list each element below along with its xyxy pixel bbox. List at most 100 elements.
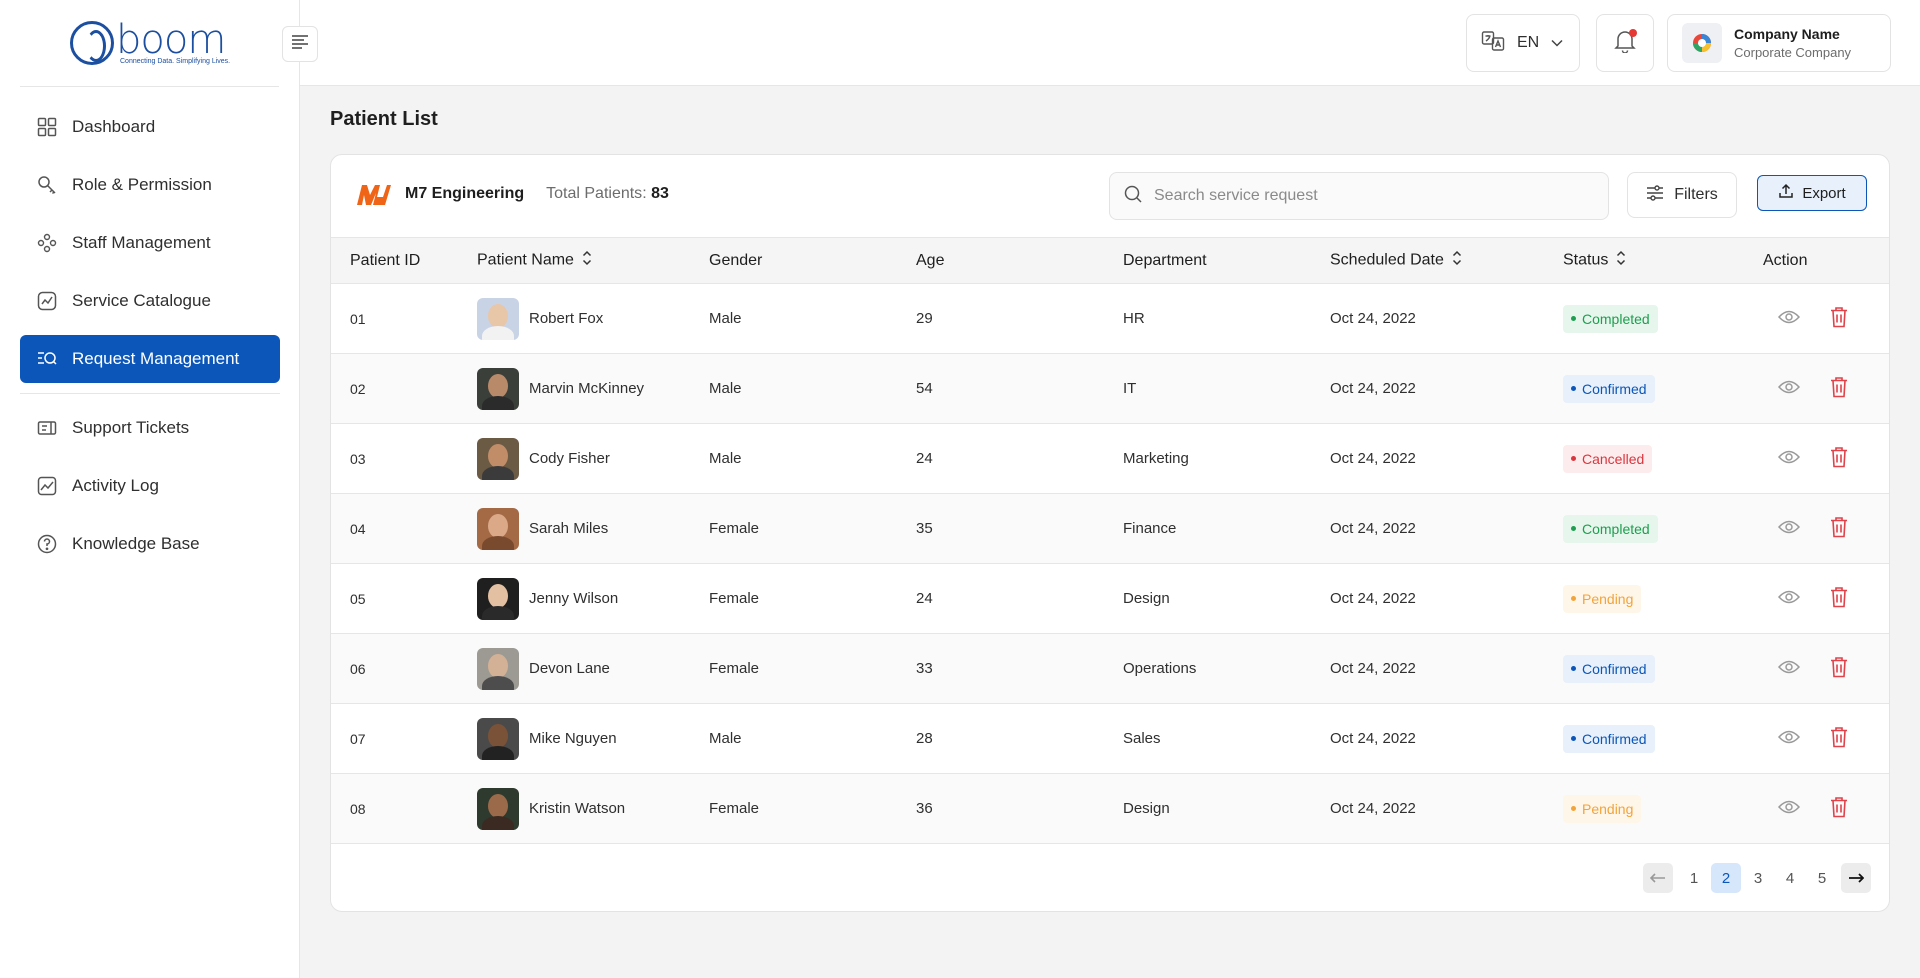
help-icon (36, 533, 58, 555)
cell-patient-name: Devon Lane (458, 634, 690, 704)
table-row[interactable]: 02 Marvin McKinney Male 54 IT Oct 24, 2022 Con… (331, 353, 1889, 424)
sidebar-item-staff-management[interactable]: Staff Management (20, 219, 280, 267)
company-name: Company Name (1734, 26, 1840, 42)
cell-age: 29 (916, 310, 933, 327)
previous-page-button[interactable] (1643, 863, 1673, 893)
column-header-name[interactable]: Patient Name (458, 238, 690, 284)
page-button-5[interactable]: 5 (1807, 863, 1837, 893)
brand-logo[interactable]: boom Connecting Data. Simplifying Lives. (70, 18, 230, 68)
language-selector[interactable]: EN (1466, 14, 1580, 72)
brand-name: boom (116, 16, 226, 63)
page-button-3[interactable]: 3 (1743, 863, 1773, 893)
sort-icon[interactable] (1616, 250, 1626, 271)
cell-patient-id: 01 (350, 310, 366, 327)
view-button[interactable] (1776, 726, 1802, 752)
delete-button[interactable] (1826, 726, 1852, 752)
notification-dot (1629, 29, 1637, 37)
table-row[interactable]: 08 Kristin Watson Female 36 Design Oct 24, 20… (331, 773, 1889, 844)
sort-icon[interactable] (1452, 250, 1462, 271)
table-row[interactable]: 01 Robert Fox Male 29 HR Oct 24, 2022 Complete… (331, 284, 1889, 354)
patient-name: Cody Fisher (529, 450, 610, 467)
total-patients-label: Total Patients (546, 185, 643, 202)
sidebar-item-service-catalogue[interactable]: Service Catalogue (20, 277, 280, 325)
card-header: M7 Engineering Total Patients: 83 Filter… (331, 155, 1889, 237)
cell-patient-name: Kristin Watson (458, 774, 690, 844)
cell-department: Design (1123, 800, 1170, 817)
catalogue-icon (36, 290, 58, 312)
patient-name: Marvin McKinney (529, 380, 645, 397)
table-body: 01 Robert Fox Male 29 HR Oct 24, 2022 Complete… (331, 284, 1889, 844)
delete-button[interactable] (1826, 306, 1852, 332)
cell-scheduled-date: Oct 24, 2022 (1330, 310, 1416, 327)
eye-icon (1777, 449, 1801, 469)
table-row[interactable]: 03 Cody Fisher Male 24 Marketing Oct 24, 2022… (331, 424, 1889, 494)
ticket-icon (36, 417, 58, 439)
sidebar-item-request-management[interactable]: Request Management (20, 335, 280, 383)
page-button-2[interactable]: 2 (1711, 863, 1741, 893)
status-label: Pending (1582, 800, 1634, 817)
patient-name: Jenny Wilson (529, 590, 619, 607)
status-badge: Confirmed (1563, 654, 1655, 683)
trash-icon (1830, 796, 1848, 822)
view-button[interactable] (1776, 586, 1802, 612)
page-button-4[interactable]: 4 (1775, 863, 1805, 893)
cell-age: 24 (916, 590, 933, 607)
sidebar-item-dashboard[interactable]: Dashboard (20, 103, 280, 151)
delete-button[interactable] (1826, 516, 1852, 542)
column-header-gender: Gender (690, 238, 897, 284)
cell-patient-id: 02 (350, 380, 366, 397)
table-row[interactable]: 05 Jenny Wilson Female 24 Design Oct 24, 2022… (331, 564, 1889, 634)
next-page-button[interactable] (1841, 863, 1871, 893)
page-title: Patient List (330, 108, 438, 130)
delete-button[interactable] (1826, 376, 1852, 402)
search-box[interactable] (1109, 172, 1609, 220)
view-button[interactable] (1776, 376, 1802, 402)
eye-icon (1777, 589, 1801, 609)
cell-department: Design (1123, 590, 1170, 607)
status-dot (1571, 526, 1576, 531)
sidebar-item-label: Support Tickets (72, 418, 190, 437)
sidebar-toggle-button[interactable] (282, 26, 318, 62)
column-header-age: Age (897, 238, 1104, 284)
sidebar-item-activity-log[interactable]: Activity Log (20, 462, 280, 510)
status-dot (1571, 806, 1576, 811)
cell-age: 36 (916, 800, 933, 817)
status-dot (1571, 456, 1576, 461)
view-button[interactable] (1776, 446, 1802, 472)
sidebar-item-knowledge-base[interactable]: Knowledge Base (20, 520, 280, 568)
cell-patient-id: 08 (350, 800, 366, 817)
delete-button[interactable] (1826, 656, 1852, 682)
sidebar-item-label: Request Management (72, 349, 240, 368)
cell-department: Marketing (1123, 450, 1189, 467)
table-row[interactable]: 04 Sarah Miles Female 35 Finance Oct 24, 2022… (331, 493, 1889, 564)
notifications-button[interactable] (1596, 14, 1654, 72)
sort-icon[interactable] (582, 250, 592, 271)
view-button[interactable] (1776, 516, 1802, 542)
sidebar-item-role-permission[interactable]: Role & Permission (20, 161, 280, 209)
column-header-date[interactable]: Scheduled Date (1311, 238, 1544, 284)
company-logo-icon (1682, 23, 1722, 63)
view-button[interactable] (1776, 796, 1802, 822)
sidebar-item-support-tickets[interactable]: Support Tickets (20, 404, 280, 452)
delete-button[interactable] (1826, 446, 1852, 472)
export-label: Export (1802, 184, 1846, 202)
filters-icon (1646, 184, 1664, 207)
view-button[interactable] (1776, 656, 1802, 682)
delete-button[interactable] (1826, 586, 1852, 612)
column-header-id: Patient ID (331, 238, 458, 284)
column-header-status[interactable]: Status (1544, 238, 1747, 284)
search-input[interactable] (1154, 187, 1574, 205)
view-button[interactable] (1776, 306, 1802, 332)
company-profile[interactable]: Company Name Corporate Company (1667, 14, 1891, 72)
export-button[interactable]: Export (1757, 175, 1867, 211)
menu-icon (291, 34, 309, 54)
column-header-label: Department (1123, 251, 1207, 269)
table-row[interactable]: 07 Mike Nguyen Male 28 Sales Oct 24, 2022 Conf… (331, 704, 1889, 774)
delete-button[interactable] (1826, 796, 1852, 822)
status-badge: Pending (1563, 584, 1642, 613)
status-dot (1571, 736, 1576, 741)
table-row[interactable]: 06 Devon Lane Female 33 Operations Oct 24, 20… (331, 633, 1889, 704)
filters-button[interactable]: Filters (1627, 172, 1737, 218)
boom-logo-icon (70, 21, 114, 65)
page-button-1[interactable]: 1 (1679, 863, 1709, 893)
